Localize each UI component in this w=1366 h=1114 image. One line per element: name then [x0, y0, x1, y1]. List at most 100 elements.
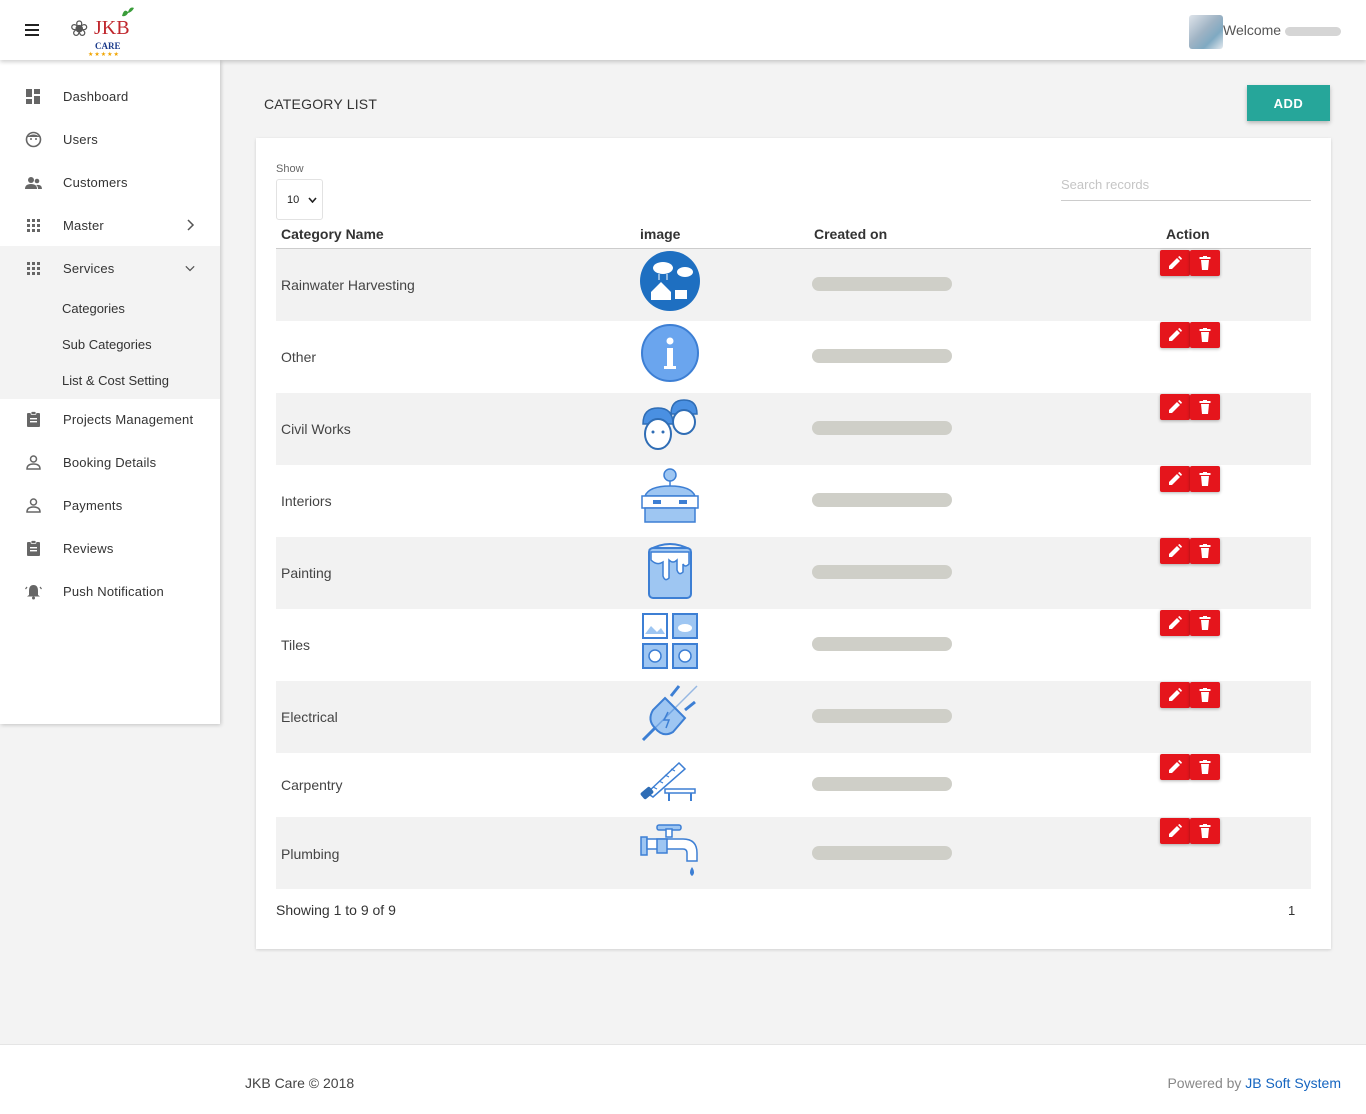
table-row: Interiors [276, 465, 1311, 537]
category-name: Interiors [281, 493, 332, 509]
delete-button[interactable] [1190, 394, 1220, 420]
sidebar-item-projects-management[interactable]: Projects Management [0, 398, 220, 441]
sidebar-item-label: Customers [63, 175, 128, 190]
sidebar-item-label: Reviews [63, 541, 114, 556]
sidebar-item-master[interactable]: Master [0, 204, 220, 247]
category-name: Carpentry [281, 777, 343, 793]
rainwater-icon [640, 251, 700, 311]
sidebar: Dashboard Users Customers Master Service… [0, 60, 220, 724]
sidebar-item-label: Dashboard [63, 89, 129, 104]
powered-by-label: Powered by [1167, 1075, 1242, 1091]
sidebar-item-customers[interactable]: Customers [0, 161, 220, 204]
edit-button[interactable] [1160, 322, 1190, 348]
redacted-created-date [812, 637, 952, 651]
delete-button[interactable] [1190, 682, 1220, 708]
redacted-created-date [812, 565, 952, 579]
add-button[interactable]: ADD [1247, 85, 1330, 121]
edit-button[interactable] [1160, 754, 1190, 780]
copyright-text: JKB Care © 2018 [245, 1075, 355, 1091]
table-row: Other [276, 321, 1311, 393]
leaf-icon [122, 7, 134, 17]
sidebar-item-label: Master [63, 218, 104, 233]
logo-subtitle: CARE [95, 41, 121, 51]
clipboard-icon [27, 540, 40, 556]
menu-icon[interactable] [25, 24, 39, 36]
trash-icon [1199, 824, 1211, 838]
edit-button[interactable] [1160, 682, 1190, 708]
edit-button[interactable] [1160, 610, 1190, 636]
delete-button[interactable] [1190, 538, 1220, 564]
sidebar-subitem-sub-categories[interactable]: Sub Categories [62, 337, 152, 352]
sidebar-item-users[interactable]: Users [0, 118, 220, 161]
logo-stars: ★★★★★ [88, 52, 120, 58]
top-bar: ❀ JKB CARE ★★★★★ Welcome [0, 0, 1366, 60]
pencil-icon [1169, 400, 1182, 413]
trash-icon [1199, 256, 1211, 270]
column-header-created-on[interactable]: Created on [814, 226, 887, 242]
delete-button[interactable] [1190, 754, 1220, 780]
column-header-category-name[interactable]: Category Name [281, 226, 384, 242]
edit-button[interactable] [1160, 466, 1190, 492]
sidebar-item-dashboard[interactable]: Dashboard [0, 75, 220, 118]
sidebar-item-push-notification[interactable]: Push Notification [0, 570, 220, 613]
face-icon [25, 131, 42, 148]
edit-button[interactable] [1160, 538, 1190, 564]
delete-button[interactable] [1190, 250, 1220, 276]
category-name: Plumbing [281, 846, 340, 862]
page-size-select[interactable]: 10 [276, 179, 323, 220]
info-icon [641, 324, 699, 382]
sidebar-subitem-list-cost-setting[interactable]: List & Cost Setting [62, 373, 169, 388]
page-title: CATEGORY LIST [264, 96, 378, 112]
paint-bucket-icon [648, 543, 692, 599]
category-table-card: Show 10 Category Name image Created on A… [256, 138, 1331, 949]
edit-button[interactable] [1160, 250, 1190, 276]
grid-icon [27, 219, 40, 232]
logo-text: JKB [94, 17, 130, 39]
redacted-created-date [812, 277, 952, 291]
trash-icon [1199, 328, 1211, 342]
trash-icon [1199, 760, 1211, 774]
brand-logo[interactable]: ❀ JKB CARE ★★★★★ [68, 7, 148, 58]
delete-button[interactable] [1190, 610, 1220, 636]
delete-button[interactable] [1190, 466, 1220, 492]
delete-button[interactable] [1190, 322, 1220, 348]
table-row: Rainwater Harvesting [276, 249, 1311, 321]
bell-icon [25, 585, 42, 600]
table-row: Carpentry [276, 753, 1311, 817]
sidebar-item-booking-details[interactable]: Booking Details [0, 441, 220, 484]
edit-button[interactable] [1160, 818, 1190, 844]
sidebar-item-services[interactable]: Services [0, 247, 220, 290]
saw-icon [640, 761, 696, 801]
pagination-page[interactable]: 1 [1288, 903, 1295, 918]
vendor-link[interactable]: JB Soft System [1245, 1075, 1341, 1091]
redacted-created-date [812, 709, 952, 723]
page-size-value: 10 [287, 194, 300, 206]
clipboard-icon [27, 411, 40, 427]
search-input[interactable] [1061, 168, 1311, 201]
category-name: Rainwater Harvesting [281, 277, 415, 293]
page-footer: JKB Care © 2018 Powered by JB Soft Syste… [0, 1044, 1366, 1114]
redacted-created-date [812, 846, 952, 860]
delete-button[interactable] [1190, 818, 1220, 844]
chevron-down-icon [308, 197, 317, 203]
pencil-icon [1169, 328, 1182, 341]
sidebar-item-label: Users [63, 132, 98, 147]
column-header-action[interactable]: Action [1166, 226, 1210, 242]
sidebar-item-label: Payments [63, 498, 123, 513]
sidebar-subitem-categories[interactable]: Categories [62, 301, 125, 316]
redacted-created-date [812, 777, 952, 791]
trash-icon [1199, 616, 1211, 630]
person-icon [26, 498, 41, 513]
pencil-icon [1169, 760, 1182, 773]
sidebar-item-reviews[interactable]: Reviews [0, 527, 220, 570]
plug-icon [641, 685, 698, 742]
trash-icon [1199, 400, 1211, 414]
category-name: Other [281, 349, 317, 365]
grid-icon [27, 262, 40, 275]
dashboard-icon [26, 89, 40, 104]
show-label: Show [276, 163, 304, 175]
column-header-image[interactable]: image [640, 226, 680, 242]
edit-button[interactable] [1160, 394, 1190, 420]
avatar[interactable] [1189, 15, 1223, 49]
sidebar-item-payments[interactable]: Payments [0, 484, 220, 527]
